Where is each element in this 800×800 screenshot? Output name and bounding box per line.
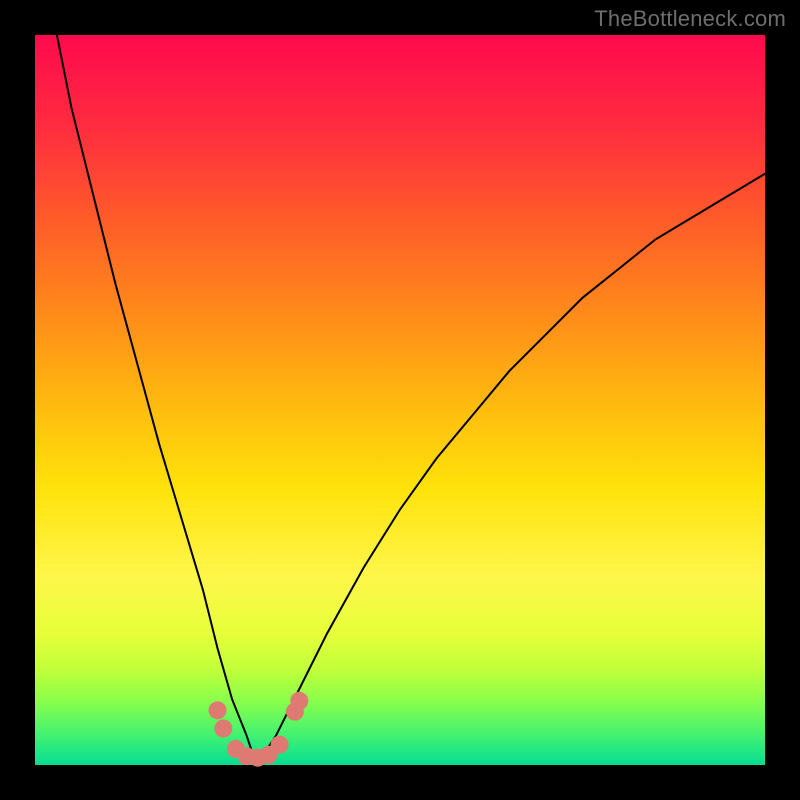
curve-marker (290, 692, 308, 710)
curve-markers (209, 692, 309, 767)
curve-marker (271, 736, 289, 754)
curve-marker (214, 720, 232, 738)
watermark-text: TheBottleneck.com (594, 6, 786, 32)
chart-frame: TheBottleneck.com (0, 0, 800, 800)
curve-svg (35, 35, 765, 765)
plot-area (35, 35, 765, 765)
curve-marker (209, 701, 227, 719)
bottleneck-curve (57, 35, 765, 758)
